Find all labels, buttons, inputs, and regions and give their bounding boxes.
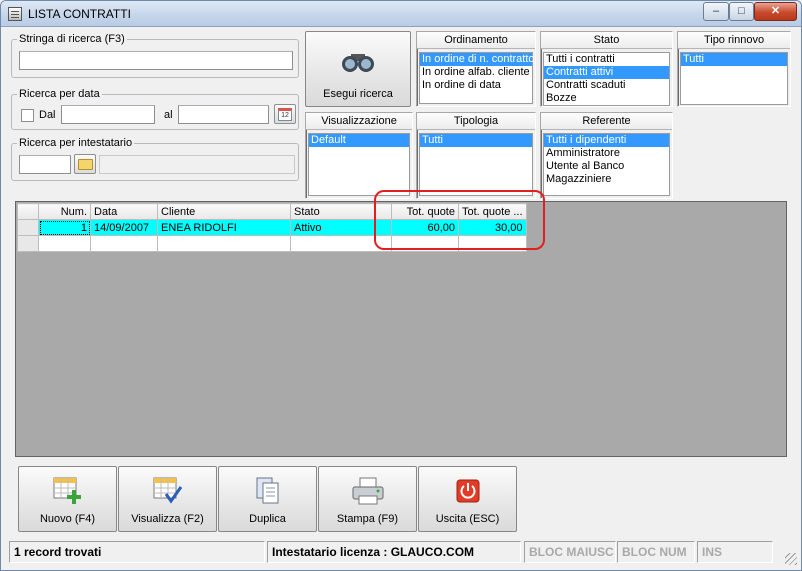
date-to-input[interactable]	[178, 105, 269, 124]
ordering-item[interactable]: In ordine di n. contratto	[420, 53, 535, 66]
row-indicator[interactable]	[17, 219, 39, 236]
view-button-label: Visualizza (F2)	[131, 513, 204, 525]
date-search-legend: Ricerca per data	[19, 88, 100, 100]
state-item[interactable]: Contratti scaduti	[544, 79, 669, 92]
app-icon	[8, 7, 22, 21]
column-header-date[interactable]: Data	[90, 203, 158, 220]
annotation-highlight	[374, 190, 545, 250]
referent-list[interactable]: Tutti i dipendenti Amministratore Utente…	[543, 133, 670, 196]
execute-search-label: Esegui ricerca	[323, 88, 393, 100]
print-button[interactable]: Stampa (F9)	[318, 466, 417, 532]
holder-browse-button[interactable]	[74, 154, 96, 174]
status-bar: 1 record trovati Intestatario licenza : …	[1, 539, 801, 570]
holder-code-input[interactable]	[19, 155, 71, 174]
referent-item[interactable]: Amministratore	[544, 147, 669, 160]
date-filter-checkbox[interactable]	[21, 109, 34, 122]
search-string-legend: Stringa di ricerca (F3)	[19, 33, 125, 45]
empty-cell[interactable]	[90, 235, 158, 252]
state-header: Stato	[541, 32, 672, 49]
insert-indicator: INS	[697, 541, 773, 563]
resize-grip-icon[interactable]	[785, 553, 797, 565]
ordering-item[interactable]: In ordine alfab. cliente	[420, 66, 532, 79]
holder-search-legend: Ricerca per intestatario	[19, 137, 133, 149]
type-item[interactable]: Tutti	[420, 134, 532, 147]
view-button[interactable]: Visualizza (F2)	[118, 466, 217, 532]
exit-button-label: Uscita (ESC)	[435, 513, 500, 525]
state-panel: Stato Tutti i contratti Contratti attivi…	[540, 31, 673, 107]
empty-cell[interactable]	[38, 235, 91, 252]
ordering-item[interactable]: In ordine di data	[420, 79, 532, 92]
execute-search-button[interactable]: Esegui ricerca	[305, 31, 411, 107]
view-list[interactable]: Default	[308, 133, 410, 196]
row-indicator[interactable]	[17, 235, 39, 252]
renewal-type-panel: Tipo rinnovo Tutti	[677, 31, 791, 107]
date-from-label: Dal	[39, 109, 56, 121]
ordering-header: Ordinamento	[417, 32, 535, 49]
view-record-icon	[153, 477, 182, 504]
type-panel: Tipologia Tutti	[416, 112, 536, 199]
duplicate-icon	[256, 477, 278, 504]
window-title: LISTA CONTRATTI	[28, 7, 131, 21]
cell-client[interactable]: ENEA RIDOLFI	[157, 219, 291, 236]
ordering-list[interactable]: In ordine di n. contratto In ordine alfa…	[419, 52, 535, 104]
renewal-type-header: Tipo rinnovo	[678, 32, 790, 49]
printer-icon	[352, 477, 383, 505]
referent-header: Referente	[541, 113, 672, 130]
power-icon	[456, 479, 479, 503]
view-panel: Visualizzazione Default	[305, 112, 413, 199]
state-item[interactable]: Tutti i contratti	[544, 53, 669, 66]
date-to-label: al	[164, 109, 173, 121]
referent-panel: Referente Tutti i dipendenti Amministrat…	[540, 112, 673, 199]
row-indicator-header	[17, 203, 39, 220]
main-window: LISTA CONTRATTI – □ ✕ Stringa di ricerca…	[0, 0, 802, 571]
state-item[interactable]: Contratti attivi	[544, 66, 669, 79]
num-lock-indicator: BLOC NUM	[617, 541, 695, 563]
calendar-icon: 12	[278, 108, 292, 121]
new-record-icon	[53, 477, 81, 504]
view-item[interactable]: Default	[309, 134, 409, 147]
cell-date[interactable]: 14/09/2007	[90, 219, 158, 236]
state-list[interactable]: Tutti i contratti Contratti attivi Contr…	[543, 52, 670, 106]
date-from-input[interactable]	[61, 105, 155, 124]
binoculars-icon	[342, 54, 374, 72]
title-bar[interactable]: LISTA CONTRATTI – □ ✕	[1, 1, 801, 27]
minimize-button[interactable]: –	[703, 2, 729, 21]
cell-num[interactable]: 1	[38, 219, 91, 236]
referent-item[interactable]: Utente al Banco	[544, 160, 669, 173]
new-button[interactable]: Nuovo (F4)	[18, 466, 117, 532]
view-header: Visualizzazione	[306, 113, 412, 130]
folder-icon	[77, 159, 93, 170]
duplicate-button[interactable]: Duplica	[218, 466, 317, 532]
maximize-button[interactable]: □	[729, 2, 754, 21]
column-header-num[interactable]: Num.	[38, 203, 91, 220]
type-list[interactable]: Tutti	[419, 133, 533, 196]
referent-item[interactable]: Tutti i dipendenti	[544, 134, 669, 147]
holder-name-field	[99, 155, 295, 174]
renewal-type-list[interactable]: Tutti	[680, 52, 788, 105]
column-header-client[interactable]: Cliente	[157, 203, 291, 220]
license-status: Intestatario licenza : GLAUCO.COM	[267, 541, 521, 563]
state-item[interactable]: Bozze	[544, 92, 669, 105]
referent-item[interactable]: Magazziniere	[544, 173, 669, 186]
type-header: Tipologia	[417, 113, 535, 130]
empty-cell[interactable]	[157, 235, 291, 252]
calendar-button[interactable]: 12	[274, 104, 296, 124]
ordering-panel: Ordinamento In ordine di n. contratto In…	[416, 31, 536, 107]
caps-lock-indicator: BLOC MAIUSC	[524, 541, 616, 563]
search-string-input[interactable]	[19, 51, 293, 70]
new-button-label: Nuovo (F4)	[39, 513, 96, 525]
renewal-type-item[interactable]: Tutti	[681, 53, 787, 66]
record-count-status: 1 record trovati	[9, 541, 265, 563]
duplicate-button-label: Duplica	[249, 513, 286, 525]
print-button-label: Stampa (F9)	[336, 513, 399, 525]
close-button[interactable]: ✕	[754, 2, 797, 21]
exit-button[interactable]: Uscita (ESC)	[418, 466, 517, 532]
